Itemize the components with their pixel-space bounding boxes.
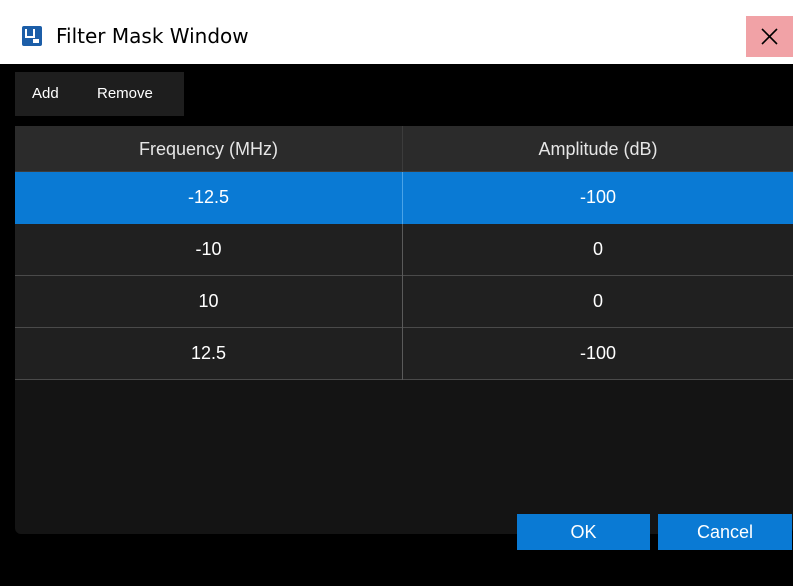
frequency-cell[interactable]: 10 (15, 276, 402, 327)
table-header: Frequency (MHz) Amplitude (dB) (15, 126, 793, 172)
dialog-content: Add Remove Frequency (MHz) Amplitude (dB… (0, 64, 793, 586)
add-button[interactable]: Add (32, 72, 59, 116)
amplitude-cell[interactable]: -100 (403, 328, 793, 379)
table-row[interactable]: 12.5 -100 (15, 328, 793, 380)
amplitude-cell[interactable]: -100 (403, 172, 793, 223)
table-row[interactable]: 10 0 (15, 276, 793, 328)
filter-mask-table: Frequency (MHz) Amplitude (dB) -12.5 -10… (15, 126, 793, 534)
frequency-cell[interactable]: 12.5 (15, 328, 402, 379)
amplitude-cell[interactable]: 0 (403, 276, 793, 327)
frequency-cell[interactable]: -12.5 (15, 172, 402, 223)
remove-button[interactable]: Remove (97, 72, 153, 116)
close-button[interactable] (746, 16, 793, 57)
frequency-cell[interactable]: -10 (15, 224, 402, 275)
amplitude-cell[interactable]: 0 (403, 224, 793, 275)
table-row[interactable]: -12.5 -100 (15, 172, 793, 224)
close-icon (761, 28, 778, 45)
window-title: Filter Mask Window (56, 24, 249, 48)
app-window-icon (22, 26, 42, 46)
table-row[interactable]: -10 0 (15, 224, 793, 276)
title-bar: Filter Mask Window (0, 0, 793, 64)
toolbar: Add Remove (15, 72, 184, 116)
column-header-frequency[interactable]: Frequency (MHz) (15, 126, 402, 172)
cancel-button[interactable]: Cancel (658, 514, 792, 550)
column-header-amplitude[interactable]: Amplitude (dB) (403, 126, 793, 172)
ok-button[interactable]: OK (517, 514, 650, 550)
